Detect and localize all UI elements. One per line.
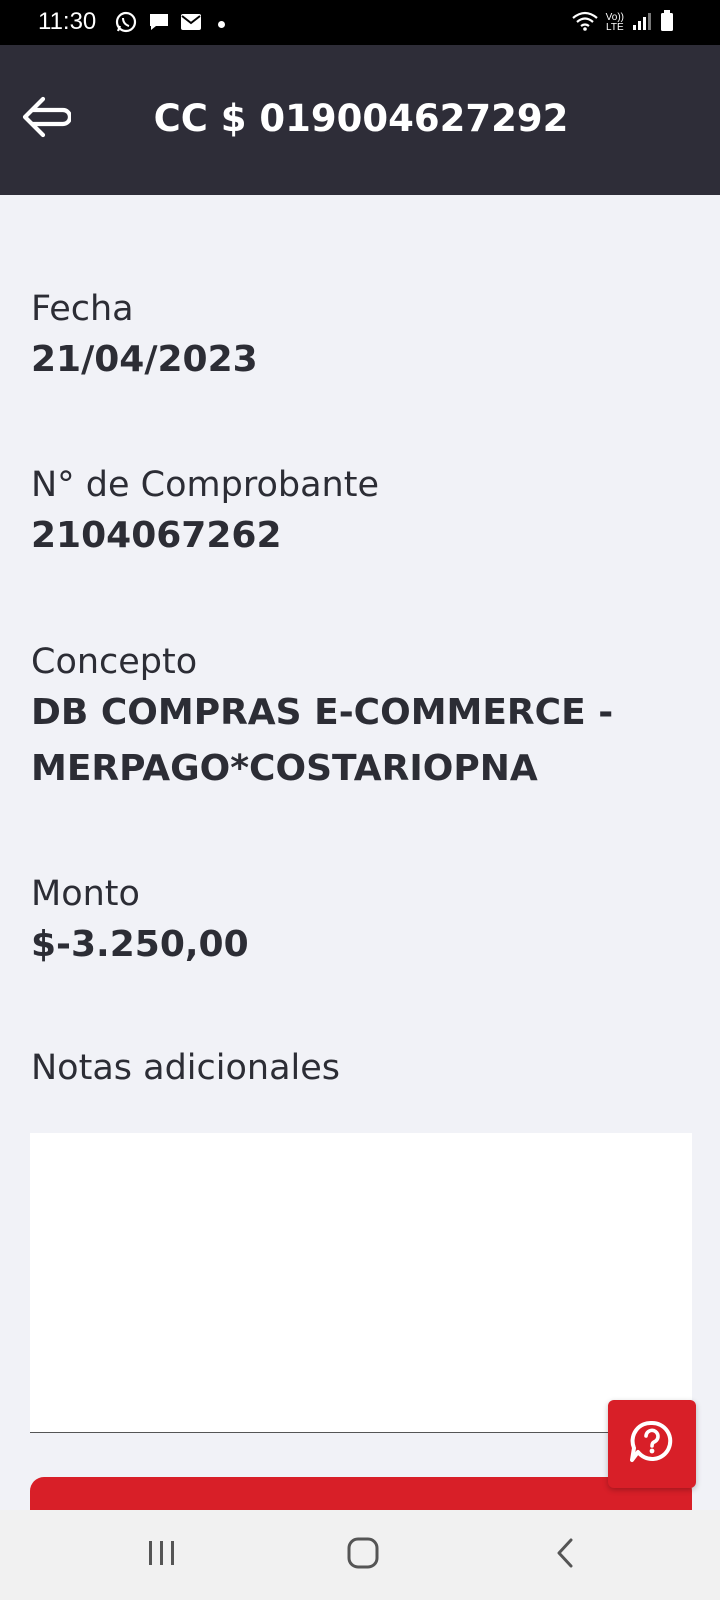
page-title: CC $ 019004627292: [153, 97, 569, 140]
home-icon: [346, 1536, 380, 1574]
monto-field: Monto $-3.250,00: [31, 872, 691, 974]
mail-icon: [180, 13, 202, 35]
notas-field: Notas adicionales: [31, 1046, 691, 1090]
status-bar: 11:30 Vo)) LTE: [0, 0, 720, 45]
concepto-label: Concepto: [31, 642, 198, 682]
wifi-icon: [571, 11, 598, 35]
volte-icon: Vo)) LTE: [605, 12, 624, 33]
status-time: 11:30: [38, 8, 97, 35]
home-button[interactable]: [333, 1530, 393, 1580]
monto-value: $-3.250,00: [31, 924, 249, 965]
back-icon: [554, 1537, 578, 1573]
notas-label: Notas adicionales: [31, 1048, 341, 1088]
notas-input[interactable]: [30, 1133, 692, 1433]
whatsapp-icon: [114, 10, 138, 38]
fecha-label: Fecha: [31, 289, 134, 329]
message-icon: [148, 11, 170, 37]
help-chat-icon: [627, 1417, 677, 1471]
signal-icon: [632, 11, 652, 35]
recent-apps-button[interactable]: [132, 1530, 192, 1580]
concepto-value-line2: MERPAGO*COSTARIOPNA: [31, 748, 538, 789]
comprobante-value: 2104067262: [31, 515, 282, 556]
concepto-field: Concepto DB COMPRAS E-COMMERCE - MERPAGO…: [31, 640, 691, 798]
monto-label: Monto: [31, 874, 140, 914]
comprobante-field: N° de Comprobante 2104067262: [31, 463, 691, 565]
concepto-value-line1: DB COMPRAS E-COMMERCE -: [31, 692, 614, 733]
dot-icon: [218, 20, 225, 28]
system-nav-bar: [0, 1510, 720, 1600]
help-chat-button[interactable]: [608, 1400, 696, 1488]
battery-icon: [660, 10, 674, 36]
recent-apps-icon: [146, 1538, 178, 1572]
fecha-value: 21/04/2023: [31, 339, 258, 380]
comprobante-label: N° de Comprobante: [31, 465, 379, 505]
nav-back-button[interactable]: [536, 1530, 596, 1580]
app-header: CC $ 019004627292: [0, 45, 720, 195]
fecha-field: Fecha 21/04/2023: [31, 287, 691, 389]
